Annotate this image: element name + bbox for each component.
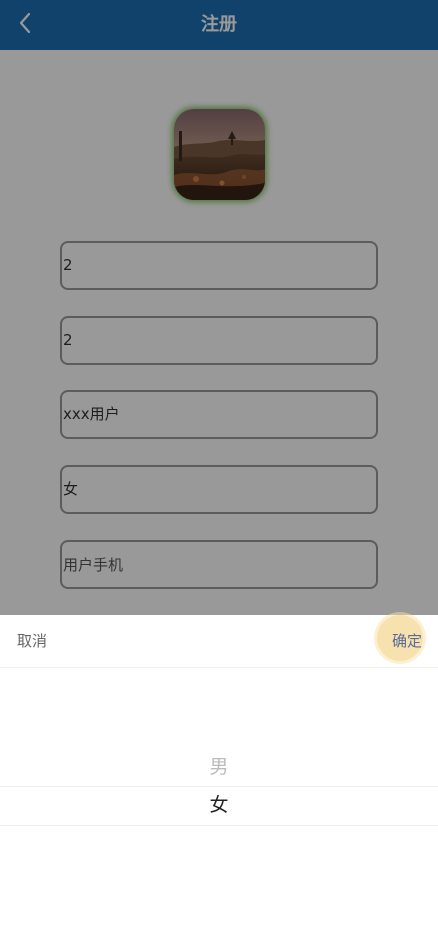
picker-cancel-button[interactable]: 取消 — [17, 615, 47, 667]
picker-column[interactable]: 男 女 — [0, 667, 438, 940]
picker-option-female[interactable]: 女 — [0, 786, 438, 824]
picker-option-male[interactable]: 男 — [0, 748, 438, 786]
picker-confirm-button[interactable]: 确定 — [392, 615, 422, 667]
register-page: 注册 2 2 xxx用户 女 用户手机 取消 确定 男 女 — [0, 0, 438, 940]
gender-picker: 取消 确定 男 女 — [0, 615, 438, 940]
picker-toolbar: 取消 确定 — [0, 615, 438, 668]
picker-overlay-mask[interactable] — [0, 0, 438, 615]
